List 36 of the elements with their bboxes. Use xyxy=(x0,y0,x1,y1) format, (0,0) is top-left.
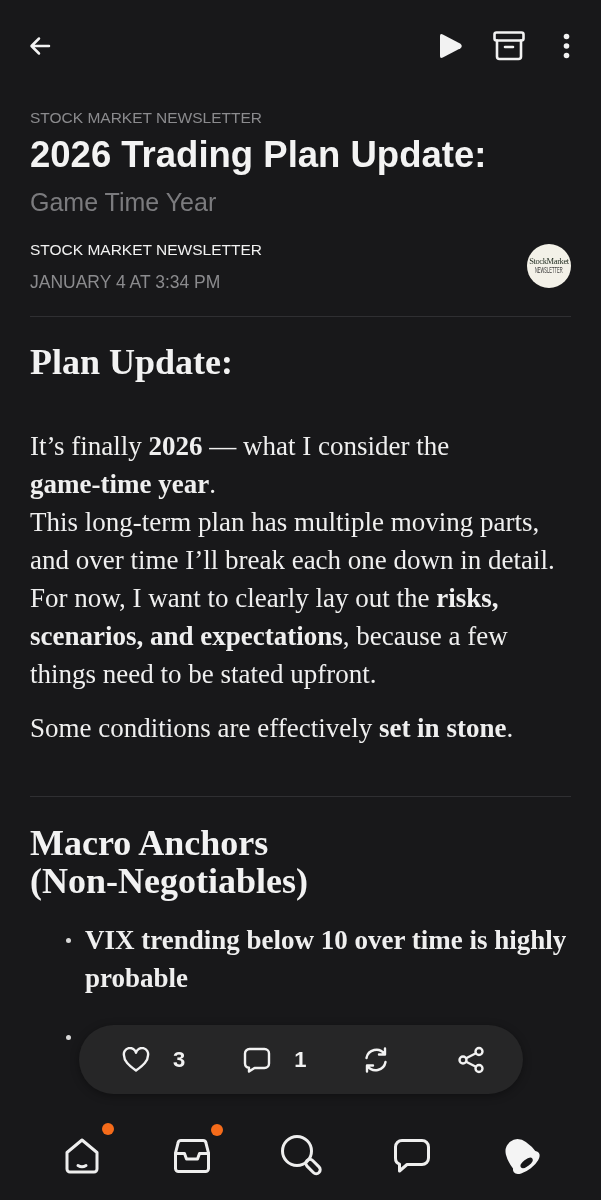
more-options-button[interactable] xyxy=(563,33,570,59)
post-date: JANUARY 4 AT 3:34 PM xyxy=(30,271,221,293)
author-name[interactable]: STOCK MARKET NEWSLETTER xyxy=(30,240,262,260)
paragraph-text: Some conditions are effectively set in stone. xyxy=(30,712,515,745)
share-icon xyxy=(456,1045,485,1074)
chat-bubble-icon xyxy=(393,1138,431,1174)
back-arrow-icon xyxy=(28,34,52,58)
search-icon xyxy=(280,1134,324,1178)
logo-name: StockMarket xyxy=(529,257,569,266)
inbox-tray-icon xyxy=(173,1138,211,1174)
paragraph-text: It’s finally 2026 — what I consider the game-time year. xyxy=(30,430,451,501)
chat-button[interactable] xyxy=(393,1138,431,1174)
heart-icon xyxy=(122,1046,150,1073)
play-icon xyxy=(437,32,463,60)
archive-box-icon xyxy=(493,31,525,61)
publication-name: STOCK MARKET NEWSLETTER xyxy=(30,108,262,128)
bullet-dot-icon xyxy=(66,1035,71,1040)
archive-button[interactable] xyxy=(493,31,525,61)
play-button[interactable] xyxy=(437,32,463,60)
like-button[interactable]: 3 xyxy=(122,1046,186,1073)
house-icon xyxy=(64,1137,100,1175)
logo-tagline: NEWSLETTER xyxy=(535,266,563,275)
section-heading: Macro Anchors (Non-Negotiables) xyxy=(30,824,309,900)
paragraph-text: This long-term plan has multiple moving parts, and over time I’ll break each one down in detail. For now, I want to clearly lay out the risks, scenarios, and expectations, because a few things need to be stated upfront. xyxy=(30,506,556,691)
share-button[interactable] xyxy=(456,1045,485,1074)
section-heading: Plan Update: xyxy=(30,343,233,381)
comment-button[interactable]: 1 xyxy=(243,1046,307,1073)
back-button[interactable] xyxy=(28,34,52,58)
bullet-dot-icon xyxy=(66,938,71,943)
post-title: 2026 Trading Plan Update: xyxy=(30,134,487,176)
bullet-text: VIX trending below 10 over time is highly probable xyxy=(85,924,568,995)
speech-bubble-icon xyxy=(243,1046,272,1073)
more-vertical-icon xyxy=(563,33,570,59)
publication-logo[interactable]: StockMarket NEWSLETTER xyxy=(527,244,571,288)
post-subtitle: Game Time Year xyxy=(30,187,217,217)
search-button[interactable] xyxy=(280,1134,324,1178)
